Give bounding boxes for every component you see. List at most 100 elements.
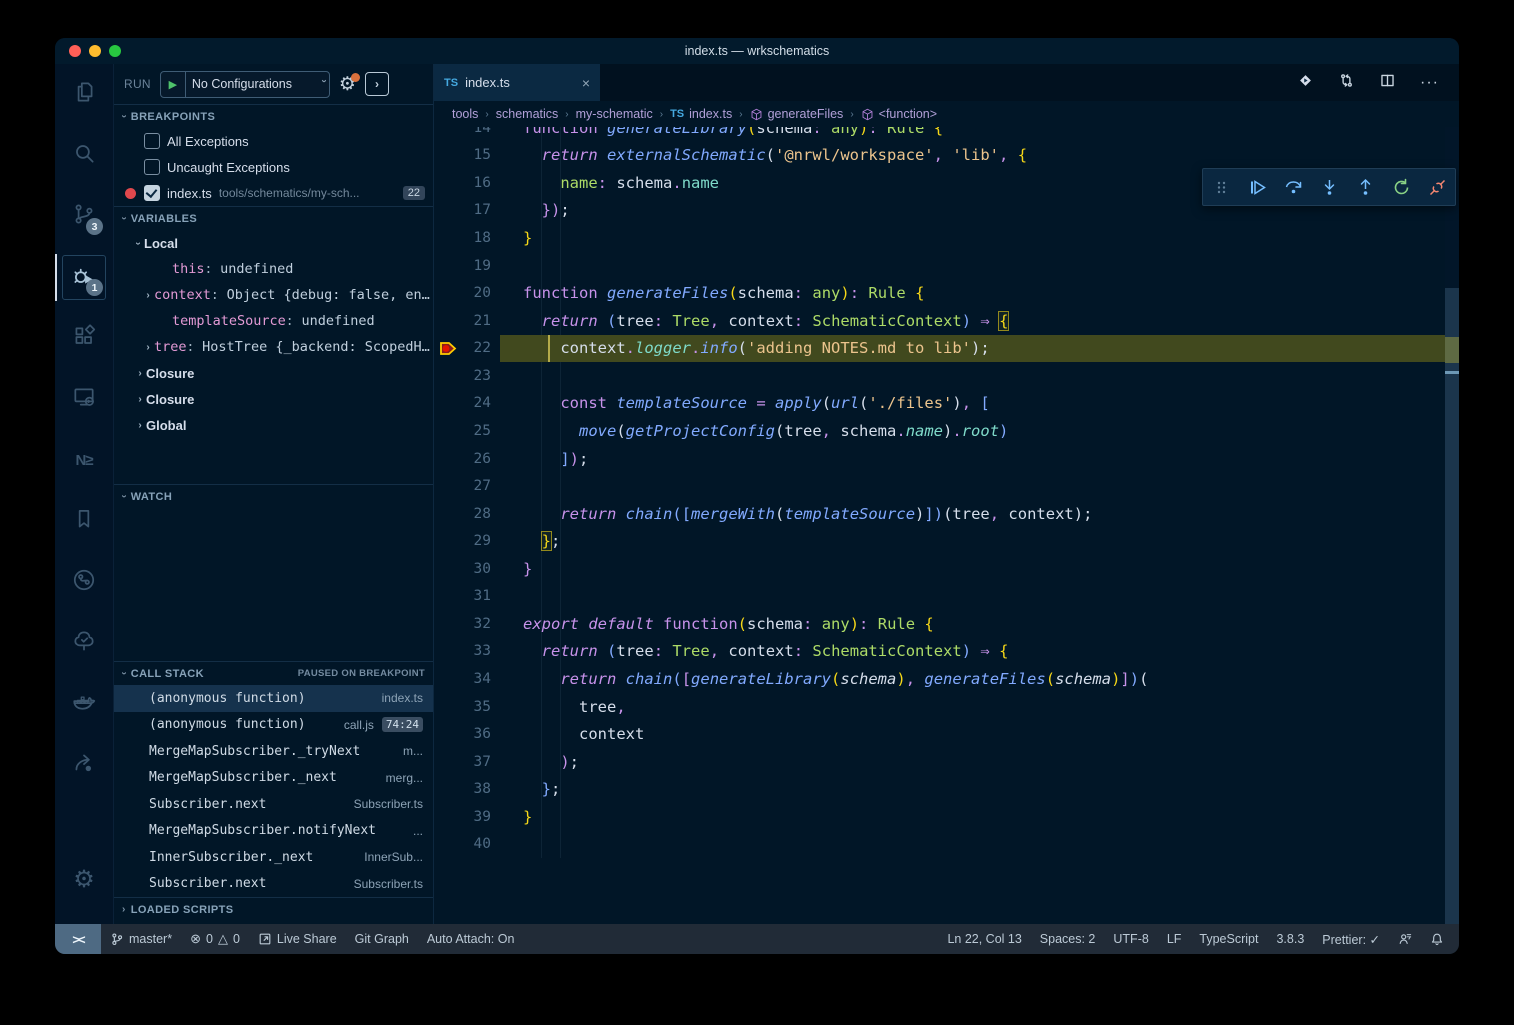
- zoom-window-button[interactable]: [109, 45, 121, 57]
- variable-scope-row[interactable]: ›Closure: [114, 360, 433, 386]
- code-line[interactable]: 32export default function(schema: any): …: [434, 610, 1445, 638]
- activity-source-control[interactable]: 3: [55, 186, 113, 247]
- stack-frame-row[interactable]: MergeMapSubscriber._nextmerg...: [114, 765, 433, 792]
- activity-project-share[interactable]: [55, 735, 113, 796]
- disconnect-button[interactable]: [1423, 173, 1451, 201]
- code-line[interactable]: 40: [434, 831, 1445, 859]
- code-line[interactable]: 33 return (tree: Tree, context: Schemati…: [434, 638, 1445, 666]
- variable-scope-row[interactable]: ›Local: [114, 230, 433, 256]
- breadcrumb-item[interactable]: schematics: [496, 107, 559, 121]
- stack-frame-row[interactable]: Subscriber.nextSubscriber.ts: [114, 791, 433, 818]
- breakpoint-checkbox[interactable]: [144, 133, 160, 149]
- split-editor-icon[interactable]: [1379, 72, 1396, 94]
- status-master-[interactable]: master*: [101, 932, 181, 946]
- variable-row[interactable]: ›context: Object {debug: false, en…: [114, 282, 433, 308]
- more-actions-icon[interactable]: ···: [1420, 74, 1439, 92]
- step-into-button[interactable]: [1315, 173, 1343, 201]
- code-line[interactable]: 20function generateFiles(schema: any): R…: [434, 279, 1445, 307]
- variable-scope-row[interactable]: ›Closure: [114, 386, 433, 412]
- debug-console-button[interactable]: ›: [365, 72, 389, 96]
- code-line[interactable]: 21 return (tree: Tree, context: Schemati…: [434, 307, 1445, 335]
- breakpoint-row[interactable]: All Exceptions: [114, 128, 433, 154]
- status--[interactable]: ⊗0△0: [181, 931, 249, 947]
- code-line[interactable]: 38 };: [434, 776, 1445, 804]
- activity-manage-gear[interactable]: ⚙: [55, 849, 113, 910]
- remote-indicator[interactable]: ><: [55, 924, 101, 954]
- continue-button[interactable]: [1243, 173, 1271, 201]
- code-line[interactable]: 31: [434, 583, 1445, 611]
- tab-index-ts[interactable]: TS index.ts ×: [434, 64, 600, 101]
- code-line[interactable]: 36 context: [434, 720, 1445, 748]
- status-ln-22-col-13[interactable]: Ln 22, Col 13: [938, 932, 1030, 946]
- variables-header[interactable]: › VARIABLES: [114, 206, 433, 230]
- variable-row[interactable]: ›tree: HostTree {_backend: ScopedH…: [114, 334, 433, 360]
- breakpoint-row[interactable]: Uncaught Exceptions: [114, 154, 433, 180]
- code-line[interactable]: 15 return externalSchematic('@nrwl/works…: [434, 142, 1445, 170]
- breadcrumb-item[interactable]: generateFiles: [750, 107, 844, 121]
- code-line[interactable]: 27: [434, 472, 1445, 500]
- scrollbar-thumb[interactable]: [1445, 288, 1459, 924]
- breakpoint-checkbox[interactable]: [144, 159, 160, 175]
- code-line[interactable]: 14function generateLibrary(schema: any):…: [434, 127, 1445, 142]
- breadcrumb-item[interactable]: tools: [452, 107, 478, 121]
- restart-button[interactable]: [1387, 173, 1415, 201]
- variable-row[interactable]: templateSource: undefined: [114, 308, 433, 334]
- call-stack-header[interactable]: › CALL STACK PAUSED ON BREAKPOINT: [114, 661, 433, 685]
- code-line[interactable]: 28 return chain([mergeWith(templateSourc…: [434, 500, 1445, 528]
- breakpoints-header[interactable]: › BREAKPOINTS: [114, 104, 433, 128]
- loaded-scripts-header[interactable]: › LOADED SCRIPTS: [114, 897, 433, 921]
- status-spaces-2[interactable]: Spaces: 2: [1031, 932, 1105, 946]
- code-line[interactable]: 25 move(getProjectConfig(tree, schema.na…: [434, 417, 1445, 445]
- debug-current-line-breakpoint-icon[interactable]: [438, 339, 460, 358]
- bell-icon[interactable]: [1421, 932, 1453, 946]
- code-line[interactable]: 34 return chain([generateLibrary(schema)…: [434, 665, 1445, 693]
- status-git-graph[interactable]: Git Graph: [346, 932, 418, 946]
- activity-extensions[interactable]: [55, 308, 113, 369]
- variable-row[interactable]: this: undefined: [114, 256, 433, 282]
- start-debug-icon[interactable]: ▶: [161, 72, 186, 97]
- stack-frame-row[interactable]: (anonymous function)call.js74:24: [114, 712, 433, 739]
- code-line[interactable]: 23: [434, 362, 1445, 390]
- open-changes-icon[interactable]: [1297, 72, 1314, 94]
- code-line[interactable]: 30}: [434, 555, 1445, 583]
- breakpoint-row[interactable]: index.tstools/schematics/my-sch...22: [114, 180, 433, 206]
- code-line[interactable]: 19: [434, 252, 1445, 280]
- compare-changes-icon[interactable]: [1338, 72, 1355, 94]
- status-utf-8[interactable]: UTF-8: [1104, 932, 1157, 946]
- activity-todo-tree[interactable]: [55, 613, 113, 674]
- stack-frame-row[interactable]: InnerSubscriber._nextInnerSub...: [114, 844, 433, 871]
- launch-config-dropdown[interactable]: ▶ No Configurations ›: [160, 71, 330, 98]
- activity-git-graph-circle[interactable]: [55, 552, 113, 613]
- code-line[interactable]: 37 );: [434, 748, 1445, 776]
- status-auto-attach-on[interactable]: Auto Attach: On: [418, 932, 524, 946]
- activity-remote-explorer[interactable]: [55, 369, 113, 430]
- minimize-window-button[interactable]: [89, 45, 101, 57]
- activity-nx-console[interactable]: N≥: [55, 430, 113, 491]
- code-line[interactable]: 29 };: [434, 527, 1445, 555]
- step-over-button[interactable]: [1279, 173, 1307, 201]
- editor-scrollbar[interactable]: [1445, 127, 1459, 924]
- breadcrumb-item[interactable]: my-schematic: [576, 107, 653, 121]
- code-line[interactable]: 24 const templateSource = apply(url('./f…: [434, 390, 1445, 418]
- code-line[interactable]: 18}: [434, 224, 1445, 252]
- status-3-8-3[interactable]: 3.8.3: [1267, 932, 1313, 946]
- status-prettier-[interactable]: Prettier: ✓: [1313, 932, 1389, 947]
- close-window-button[interactable]: [69, 45, 81, 57]
- breakpoint-checkbox[interactable]: [144, 185, 160, 201]
- watch-header[interactable]: › WATCH: [114, 484, 433, 508]
- feedback-icon[interactable]: [1389, 932, 1421, 946]
- variable-scope-row[interactable]: ›Global: [114, 412, 433, 438]
- stack-frame-row[interactable]: (anonymous function)index.ts: [114, 685, 433, 712]
- activity-bookmarks[interactable]: [55, 491, 113, 552]
- configure-gear-button[interactable]: ⚙: [339, 75, 356, 94]
- breadcrumb-item[interactable]: TSindex.ts: [670, 107, 732, 121]
- stack-frame-row[interactable]: MergeMapSubscriber.notifyNext...: [114, 818, 433, 845]
- step-out-button[interactable]: [1351, 173, 1379, 201]
- status-typescript[interactable]: TypeScript: [1190, 932, 1267, 946]
- stack-frame-row[interactable]: MergeMapSubscriber._tryNextm...: [114, 738, 433, 765]
- stack-frame-row[interactable]: Subscriber.nextSubscriber.ts: [114, 871, 433, 898]
- status-lf[interactable]: LF: [1158, 932, 1191, 946]
- activity-search[interactable]: [55, 125, 113, 186]
- activity-explorer[interactable]: [55, 64, 113, 125]
- code-line[interactable]: 22 context.logger.info('adding NOTES.md …: [434, 335, 1445, 363]
